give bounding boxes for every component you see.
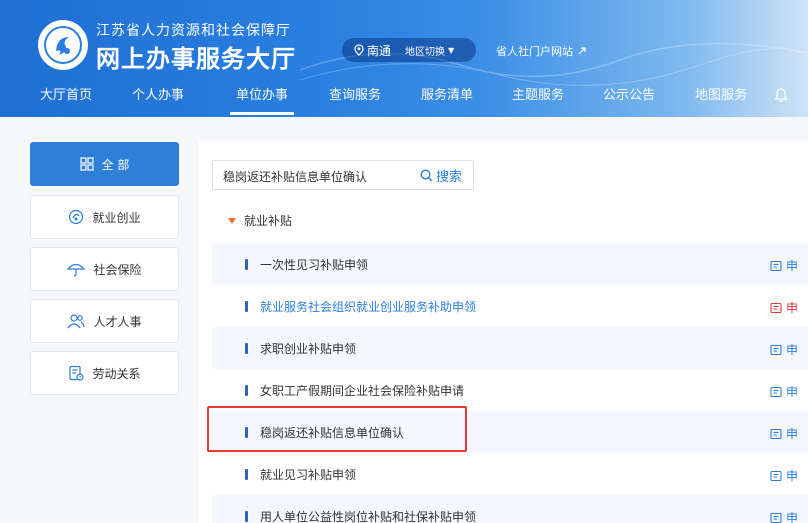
list-item-label: 女职工产假期间企业社会保险补贴申请 <box>260 384 465 398</box>
form-icon <box>770 302 782 313</box>
list-item-label: 一次性见习补贴申领 <box>260 258 369 272</box>
highlight-box <box>207 406 467 452</box>
current-city[interactable]: 南通 <box>342 42 391 59</box>
list-item[interactable]: 求职创业补贴申领 申 <box>212 327 808 369</box>
bell-icon[interactable] <box>774 87 788 103</box>
nav-item-theme[interactable]: 主题服务 <box>512 82 564 117</box>
nav-item-map[interactable]: 地图服务 <box>695 82 747 117</box>
city-name: 南通 <box>367 43 392 58</box>
location-pin-icon <box>354 44 364 56</box>
sidebar-item-talent[interactable]: 人才人事 <box>30 299 179 343</box>
external-arrow-icon <box>578 47 586 55</box>
category-label: 就业补贴 <box>244 214 293 228</box>
nav-item-query[interactable]: 查询服务 <box>329 82 381 117</box>
apply-button[interactable]: 申 <box>770 467 798 484</box>
list-item[interactable]: 用人单位公益性岗位补贴和社保补贴申领 申 <box>212 495 808 523</box>
list-item-label: 就业见习补贴申领 <box>260 468 357 482</box>
apply-button[interactable]: 申 <box>770 341 798 358</box>
apply-label: 申 <box>786 343 799 357</box>
apply-label: 申 <box>786 427 799 441</box>
umbrella-icon <box>67 263 86 277</box>
nav-item-notice[interactable]: 公示公告 <box>603 82 655 117</box>
list-item-label: 求职创业补贴申领 <box>260 342 357 356</box>
search-button-label: 搜索 <box>436 169 463 185</box>
portal-link[interactable]: 省人社门户网站 <box>496 43 587 59</box>
form-icon <box>770 386 782 397</box>
sidebar-item-label: 劳动关系 <box>92 366 141 381</box>
sidebar-item-label: 社会保险 <box>93 262 142 277</box>
apply-button[interactable]: 申 <box>770 509 798 523</box>
sidebar-item-employment[interactable]: 就业创业 <box>30 195 179 239</box>
main-nav: 大厅首页 个人办事 单位办事 查询服务 服务清单 主题服务 公示公告 地图服务 <box>0 82 808 117</box>
triangle-down-icon <box>228 217 236 224</box>
header-banner: 江苏省人力资源和社会保障厅 网上办事服务大厅 南通 地区切换 ▼ 省人社门户网站… <box>0 0 808 117</box>
sidebar-item-labor[interactable]: 劳动关系 <box>30 351 179 395</box>
site-title[interactable]: 网上办事服务大厅 <box>96 39 296 74</box>
sidebar-item-social-insurance[interactable]: 社会保险 <box>30 247 179 291</box>
list-item[interactable]: 就业见习补贴申领 申 <box>212 453 808 495</box>
sidebar-item-label: 全 部 <box>101 157 130 172</box>
list-item[interactable]: 女职工产假期间企业社会保险补贴申请 申 <box>212 369 808 411</box>
bullet-bar <box>245 511 248 522</box>
apply-button[interactable]: 申 <box>770 257 798 274</box>
form-icon <box>770 470 782 481</box>
list-item[interactable]: 就业服务社会组织就业创业服务补助申领 申 <box>212 285 808 327</box>
apply-button[interactable]: 申 <box>770 383 798 400</box>
city-selector[interactable]: 南通 地区切换 ▼ <box>342 38 476 62</box>
apply-button[interactable]: 申 <box>770 299 798 316</box>
portal-link-label: 省人社门户网站 <box>496 45 573 58</box>
apply-label: 申 <box>786 301 799 315</box>
grid-icon <box>79 157 94 171</box>
nav-item-personal[interactable]: 个人办事 <box>132 82 184 117</box>
nav-item-unit[interactable]: 单位办事 <box>229 82 295 117</box>
apply-button[interactable]: 申 <box>770 425 798 442</box>
document-icon <box>69 365 85 381</box>
form-icon <box>770 512 782 523</box>
list-item[interactable]: 一次性见习补贴申领 申 <box>212 243 808 285</box>
category-header[interactable]: 就业补贴 <box>228 212 292 229</box>
org-name: 江苏省人力资源和社会保障厅 <box>96 23 291 39</box>
apply-label: 申 <box>786 511 799 523</box>
nav-item-home[interactable]: 大厅首页 <box>40 82 92 117</box>
apply-label: 申 <box>786 259 799 273</box>
apply-label: 申 <box>786 469 799 483</box>
region-switch-label: 地区切换 <box>405 46 446 58</box>
list-item-label: 就业服务社会组织就业创业服务补助申领 <box>260 300 477 314</box>
search-button[interactable]: 搜索 <box>420 162 462 188</box>
bullet-bar <box>245 259 248 270</box>
sidebar-item-label: 就业创业 <box>92 210 141 225</box>
form-icon <box>770 428 782 439</box>
apply-label: 申 <box>786 385 799 399</box>
bullet-bar <box>245 301 248 312</box>
region-switch[interactable]: 地区切换 ▼ <box>405 43 454 58</box>
nav-item-service-list[interactable]: 服务清单 <box>421 82 473 117</box>
form-icon <box>770 260 782 271</box>
caret-down-icon: ▼ <box>448 45 455 55</box>
bullet-bar <box>245 385 248 396</box>
search-input-value: 稳岗返还补贴信息单位确认 <box>223 170 368 184</box>
sidebar-item-label: 人才人事 <box>93 314 142 329</box>
search-icon <box>420 168 433 181</box>
logo-icon <box>38 20 88 70</box>
people-icon <box>68 314 86 329</box>
form-icon <box>770 344 782 355</box>
list-item-label: 用人单位公益性岗位补贴和社保补贴申领 <box>260 510 477 523</box>
bullet-bar <box>245 469 248 480</box>
bullet-bar <box>245 343 248 354</box>
sidebar-item-all[interactable]: 全 部 <box>30 142 179 186</box>
employment-icon <box>69 209 84 225</box>
